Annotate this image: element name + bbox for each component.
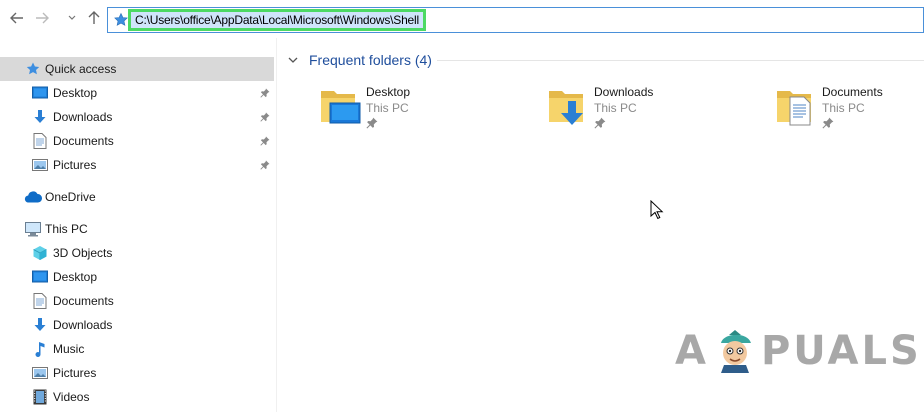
appuals-watermark: A PUALS (675, 326, 922, 376)
sidebar-item-quick-access[interactable]: Quick access (0, 57, 274, 81)
documents-folder-icon (777, 91, 811, 126)
recent-locations-button[interactable] (62, 8, 82, 28)
sidebar-item-pc-desktop[interactable]: Desktop (0, 265, 274, 289)
watermark-text-right: PUALS (760, 328, 922, 374)
sidebar-item-pc-downloads[interactable]: Downloads (0, 313, 274, 337)
pin-icon[interactable] (258, 134, 272, 148)
download-arrow-icon (31, 108, 49, 126)
sidebar-item-quick-pictures[interactable]: Pictures (0, 153, 274, 177)
arrow-right-icon (36, 12, 49, 24)
film-icon (31, 388, 49, 406)
mouse-cursor-icon (650, 200, 664, 220)
folder-tile-downloads[interactable]: Downloads This PC (548, 85, 748, 133)
desktop-icon (31, 268, 49, 286)
download-arrow-icon (31, 316, 49, 334)
downloads-folder-icon (549, 91, 583, 125)
chevron-down-icon (68, 15, 76, 20)
sidebar-item-label: Downloads (53, 110, 113, 124)
address-bar[interactable]: C:\Users\office\AppData\Local\Microsoft\… (107, 7, 924, 33)
folder-name: Downloads (594, 85, 654, 99)
pictures-icon (31, 364, 49, 382)
up-button[interactable] (84, 8, 104, 28)
back-button[interactable] (7, 8, 27, 28)
sidebar-item-label: Pictures (53, 366, 97, 380)
sidebar-item-videos[interactable]: Videos (0, 385, 274, 409)
computer-icon (24, 220, 42, 238)
pin-icon[interactable] (258, 110, 272, 124)
sidebar-item-music[interactable]: Music (0, 337, 274, 361)
3d-cube-icon (31, 244, 49, 262)
music-note-icon (31, 340, 49, 358)
group-divider (437, 60, 924, 61)
folder-location: This PC (822, 101, 865, 115)
sidebar-item-label: OneDrive (45, 190, 96, 204)
sidebar-item-pc-documents[interactable]: Documents (0, 289, 274, 313)
sidebar-item-label: Desktop (53, 86, 98, 100)
sidebar-item-label: Downloads (53, 318, 113, 332)
sidebar-item-quick-desktop[interactable]: Desktop (0, 81, 274, 105)
folder-location: This PC (366, 101, 409, 115)
document-icon (31, 292, 49, 310)
mascot-logo-icon (720, 330, 751, 373)
navigation-pane: Quick access Desktop Downloads Documents… (0, 47, 276, 412)
desktop-folder-icon (321, 91, 361, 124)
cloud-icon (24, 188, 42, 206)
pin-icon (594, 117, 606, 129)
address-path[interactable]: C:\Users\office\AppData\Local\Microsoft\… (135, 13, 419, 27)
sidebar-item-quick-downloads[interactable]: Downloads (0, 105, 274, 129)
sidebar-item-label: Pictures (53, 158, 97, 172)
arrow-left-icon (10, 12, 23, 24)
sidebar-item-label: This PC (45, 222, 88, 236)
desktop-icon (31, 84, 49, 102)
folder-name: Documents (822, 85, 883, 99)
sidebar-item-pc-pictures[interactable]: Pictures (0, 361, 274, 385)
group-header-frequent-folders[interactable]: Frequent folders (4) (287, 50, 432, 70)
navigation-bar: C:\Users\office\AppData\Local\Microsoft\… (0, 0, 924, 38)
pin-icon[interactable] (258, 86, 272, 100)
sidebar-item-onedrive[interactable]: OneDrive (0, 185, 274, 209)
arrow-up-icon (88, 11, 100, 24)
pin-icon (366, 117, 378, 129)
group-title: Frequent folders (4) (309, 52, 432, 68)
watermark-text-left: A (675, 328, 709, 374)
folder-location: This PC (594, 101, 637, 115)
sidebar-item-label: 3D Objects (53, 246, 113, 260)
folder-tile-desktop[interactable]: Desktop This PC (320, 85, 520, 133)
pin-icon (822, 117, 834, 129)
chevron-down-icon[interactable] (287, 54, 299, 66)
sidebar-item-label: Documents (53, 294, 114, 308)
sidebar-item-label: Documents (53, 134, 114, 148)
star-icon (114, 12, 128, 26)
sidebar-item-3d-objects[interactable]: 3D Objects (0, 241, 274, 265)
address-path-highlight[interactable]: C:\Users\office\AppData\Local\Microsoft\… (128, 9, 426, 31)
document-icon (31, 132, 49, 150)
sidebar-item-label: Quick access (45, 62, 117, 76)
folder-name: Desktop (366, 85, 411, 99)
sidebar-item-label: Desktop (53, 270, 98, 284)
folder-tile-documents[interactable]: Documents This PC (776, 85, 924, 133)
sidebar-item-this-pc[interactable]: This PC (0, 217, 274, 241)
star-icon (24, 60, 42, 78)
forward-button[interactable] (32, 8, 52, 28)
sidebar-item-label: Videos (53, 390, 90, 404)
sidebar-item-quick-documents[interactable]: Documents (0, 129, 274, 153)
pin-icon[interactable] (258, 158, 272, 172)
sidebar-item-label: Music (53, 342, 85, 356)
pictures-icon (31, 156, 49, 174)
